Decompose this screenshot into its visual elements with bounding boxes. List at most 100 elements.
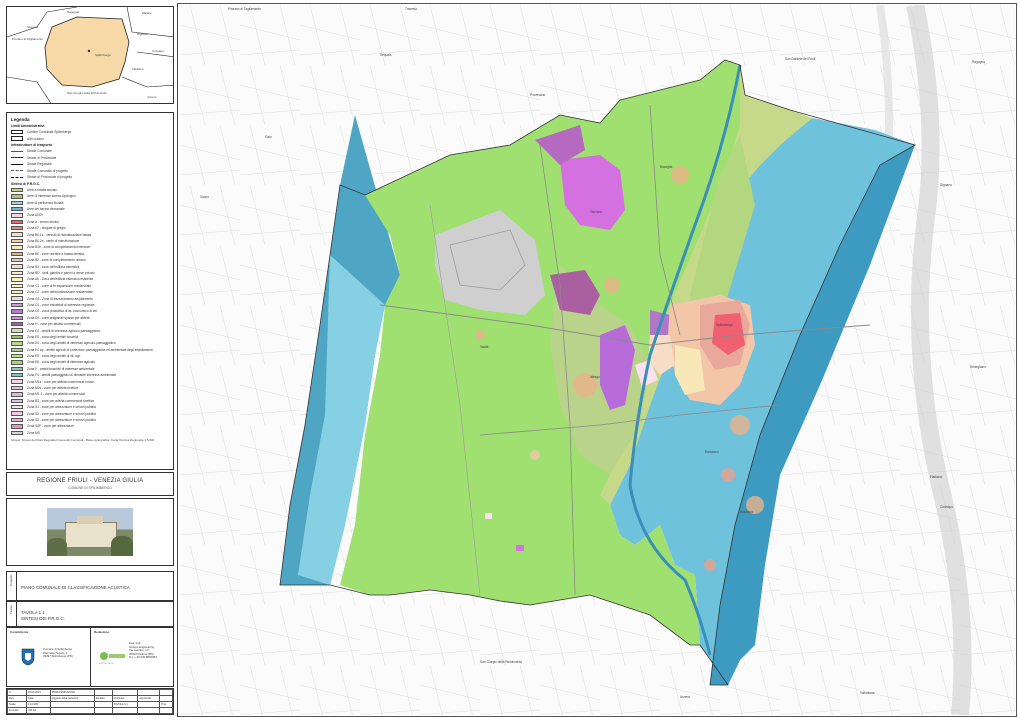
map-place-label: Istrago xyxy=(590,375,600,379)
legend-item-label: Strade Comunale xyxy=(27,149,52,154)
legend-section-heading: Infrastrutture di trasporto xyxy=(11,143,53,148)
legend-item-label: Zona E4 - ambiti di interesse agricolo-p… xyxy=(27,328,101,333)
legend-swatch xyxy=(11,347,23,352)
legend-swatch xyxy=(11,130,23,135)
sheet-number: TAVOLA 1.1 xyxy=(21,610,45,615)
legend-swatch xyxy=(11,398,23,404)
legend-item-label: Zona E5 - zona degli ambiti di int. agr. xyxy=(27,354,81,359)
client-designer-box: Committente Comune di Spilimbergo Piazze… xyxy=(6,627,174,687)
legend-swatch xyxy=(11,219,23,225)
designer-brand: ENVIROTECH xyxy=(99,663,114,665)
legend-item: Zona MS xyxy=(11,430,169,436)
inset-label: Ragogna xyxy=(67,10,80,14)
sheet-side-label-box: Tavola xyxy=(7,602,17,626)
locator-inset-map: Ragogna Majano Dignano Coseano Flaibano … xyxy=(6,6,174,104)
legend-item-label: Zona A - centro storico xyxy=(27,219,59,224)
map-place-label: Travesio xyxy=(405,7,418,11)
designer-line: Tel. + 39 049 8802653 xyxy=(129,655,157,660)
legend-swatch xyxy=(11,360,23,365)
legend-swatch xyxy=(11,373,23,378)
designer-logo-icon xyxy=(100,652,125,660)
map-place-label: Gradisca xyxy=(740,510,753,514)
legend-item-label: Zona D2 - zona produttiva di ist. econom… xyxy=(27,309,97,314)
legend-section-heading: Sintesi di P.R.G.C. xyxy=(11,181,41,186)
revision-table: A 28.04.2021 PRIMA EMISSIONE Rev. Data Oggett… xyxy=(6,688,174,715)
revision-cell xyxy=(49,707,95,714)
legend-item-label: Zona B3 - zone per attività commerciali … xyxy=(27,398,95,403)
legend-line-symbol xyxy=(11,150,23,152)
map-place-label: Sedegliano xyxy=(970,365,986,369)
inset-label: Dignano xyxy=(137,32,149,36)
inset-label: Sequals xyxy=(27,25,38,29)
sheet-side-label: Tavola xyxy=(9,605,13,614)
project-side-label-box: Progetto xyxy=(7,572,17,600)
legend-item-label: Zona M2s - zone per attività ricettive xyxy=(27,386,79,391)
legend-item-label: Zona B0.1s - centrali di ristrutturazion… xyxy=(27,232,92,237)
legend-swatch xyxy=(11,251,23,257)
legend-swatch xyxy=(11,238,23,244)
legend-swatch xyxy=(11,385,23,391)
legend-swatch xyxy=(11,353,23,359)
legend-swatch xyxy=(11,309,23,314)
legend-note: Sintesi: Sintesi dei Piani Regolatori Ge… xyxy=(11,437,155,442)
legend-item-label: Zona S2 - zone per attrezzature e serviz… xyxy=(27,411,97,416)
legend-line-symbol xyxy=(11,163,23,165)
building-photo-box xyxy=(6,498,174,566)
map-legend: Legenda Limiti Amministrativi Confine Com… xyxy=(6,112,174,470)
map-place-label: San Daniele del Friuli xyxy=(785,57,816,61)
legend-swatch xyxy=(11,334,23,340)
revision-cell: Formato xyxy=(7,707,27,714)
legend-item-label: Aree del bacino demaniale xyxy=(27,207,65,212)
project-side-label: Progetto xyxy=(9,574,13,586)
map-place-label: Provesano xyxy=(530,93,546,97)
region-title-block: REGIONE FRIULI - VENEZIA GIULIA COMUNE D… xyxy=(6,472,174,496)
municipality-name: COMUNE DI SPILIMBERGO xyxy=(68,486,112,490)
legend-item-label: Zona E4 ap - ambiti agricoli di protezio… xyxy=(27,347,153,352)
legend-swatch xyxy=(11,258,23,263)
legend-item-label: Zona B3 - zone dell'edilizia estensiva xyxy=(27,264,80,269)
map-place-label: Codroipo xyxy=(940,505,953,509)
legend-swatch xyxy=(11,430,23,435)
map-place-label: Spilimbergo xyxy=(716,323,733,327)
legend-swatch xyxy=(11,315,23,320)
revision-cell: UNI A0 xyxy=(25,707,51,714)
map-place-label: Valvasone xyxy=(860,691,875,695)
legend-swatch xyxy=(11,392,23,397)
legend-item-label: Zona A7 - borgate di pregio xyxy=(27,226,66,231)
legend-swatch xyxy=(11,264,23,269)
revision-cell xyxy=(159,707,173,714)
map-place-label: Pinzano al Tagliamento xyxy=(228,7,261,11)
legend-item-label: Zona S3P - zone per attrezzature xyxy=(27,424,75,429)
legend-swatch xyxy=(11,289,23,295)
legend-body: Limiti Amministrativi Confine Comunale Sp… xyxy=(11,124,169,436)
legend-item-label: Zona S3 - zone per attrezzature e serviz… xyxy=(27,417,97,422)
revision-cell xyxy=(111,707,139,714)
legend-swatch xyxy=(11,213,23,218)
map-place-label: San Giorgio della Richinvelda xyxy=(480,660,522,664)
legend-swatch xyxy=(11,270,23,276)
map-place-label: Tauriano xyxy=(590,210,603,214)
legend-swatch xyxy=(11,226,23,231)
legend-swatch xyxy=(11,277,23,282)
legend-section-heading: Limiti Amministrativi xyxy=(11,124,45,128)
legend-title: Legenda xyxy=(11,117,30,122)
legend-item-label: Zona B0 - zone ricettive a bassa densità xyxy=(27,251,84,256)
map-place-label: Sequals xyxy=(380,53,392,57)
legend-item-label: Zona Ab - Zona dell'edilizia estensiva e… xyxy=(27,277,94,282)
legend-item-label: Zona M1s - zone per attività commerciali… xyxy=(27,379,94,384)
legend-swatch xyxy=(11,194,23,199)
legend-item-label: Zona MS xyxy=(27,430,40,435)
designer-box: Redazione ENVIROTECH Dott. Ingr. Gruppo … xyxy=(91,628,175,686)
designer-address: Dott. Ingr. Gruppo Engineering Via Lazza… xyxy=(129,641,157,660)
legend-item-label: Zona E6 - zona degli ambiti di interesse… xyxy=(27,360,96,365)
region-name: REGIONE FRIULI - VENEZIA GIULIA xyxy=(36,478,144,484)
map-place-label: Flaibano xyxy=(930,475,943,479)
inset-label: Coseano xyxy=(152,49,165,53)
inset-label: Arzene xyxy=(147,95,157,99)
legend-item-label: Strade Regionale xyxy=(27,162,52,167)
legend-swatch xyxy=(11,206,23,212)
sheet-box: Tavola TAVOLA 1.1 SINTESI DEI P.R.G.C. xyxy=(6,601,174,627)
client-line: 33097 Spilimbergo (PN) xyxy=(43,654,73,659)
map-place-label: Gaio xyxy=(265,135,272,139)
legend-item-label: Strade di Provinciale di progetto xyxy=(27,175,73,180)
